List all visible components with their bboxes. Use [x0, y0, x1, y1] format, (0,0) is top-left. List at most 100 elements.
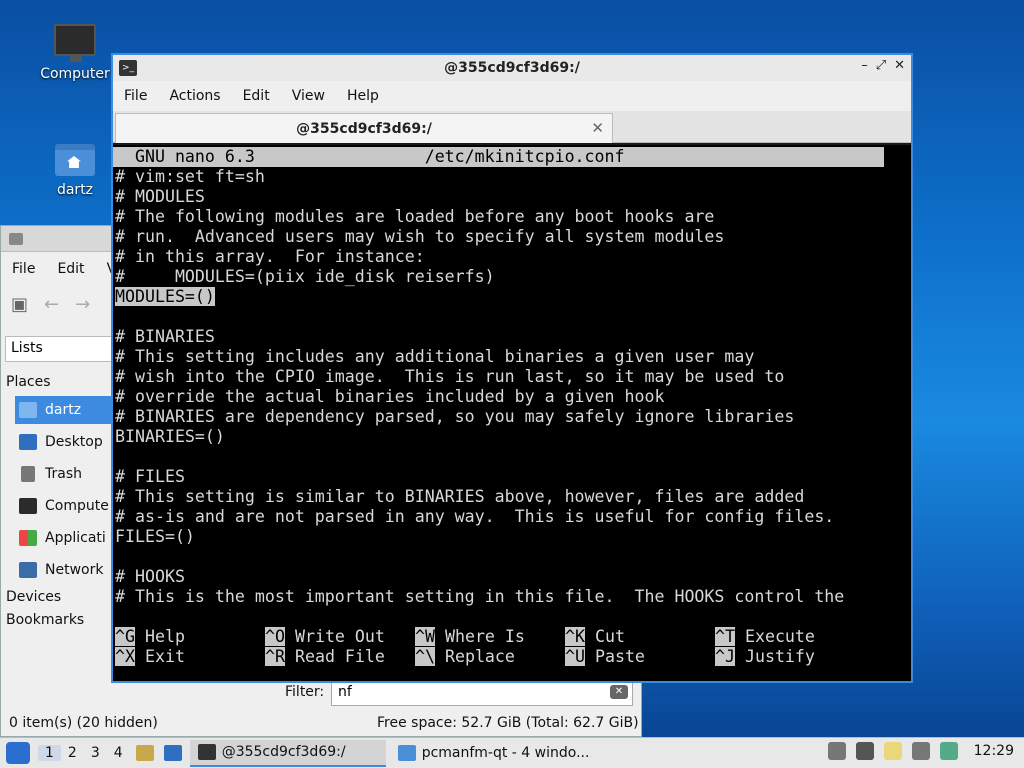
menu-help[interactable]: Help — [336, 88, 390, 104]
window-title: @355cd9cf3d69:/ — [444, 60, 580, 76]
nano-line: # in this array. For instance: — [115, 247, 425, 267]
nano-shortcut[interactable]: ^\ Replace — [415, 647, 515, 667]
sidebar-item-computer[interactable]: Compute — [15, 492, 113, 520]
nano-line: MODULES=() — [115, 287, 215, 307]
back-arrow-icon[interactable]: ← — [44, 294, 59, 315]
nano-line: # HOOKS — [115, 567, 185, 587]
nano-line-text: MODULES=() — [115, 287, 215, 306]
nano-line-text: FILES=() — [115, 527, 195, 546]
workspace-3[interactable]: 3 — [84, 745, 107, 761]
nano-line: # vim:set ft=sh — [115, 167, 265, 187]
nano-line-text: # This setting is similar to BINARIES ab… — [115, 487, 805, 506]
system-tray: 12:29 — [827, 742, 1024, 760]
side-pane-mode-select[interactable]: Lists — [5, 336, 113, 362]
sidebar-item-desktop[interactable]: Desktop — [15, 428, 113, 456]
menu-actions[interactable]: Actions — [158, 88, 231, 104]
nano-line: # BINARIES are dependency parsed, so you… — [115, 407, 794, 427]
nano-shortcut[interactable]: ^O Write Out — [265, 627, 385, 647]
nano-shortcut[interactable]: ^W Where Is — [415, 627, 525, 647]
clipboard-icon[interactable] — [883, 742, 902, 760]
sidebar-item-trash[interactable]: Trash — [15, 460, 113, 488]
desktop-icon-computer[interactable]: Computer — [35, 24, 115, 82]
close-icon[interactable]: ✕ — [894, 58, 905, 73]
filter-label: Filter: — [285, 684, 325, 700]
terminal-tabbar: @355cd9cf3d69:/ ✕ — [113, 111, 911, 143]
filter-value: nf — [338, 684, 352, 700]
desktop-icon-label: dartz — [56, 182, 94, 198]
menu-file[interactable]: File — [1, 256, 46, 282]
places-heading: Places — [6, 374, 51, 390]
show-desktop-icon[interactable] — [163, 745, 182, 761]
workspace-2[interactable]: 2 — [61, 745, 84, 761]
task-file-manager[interactable]: pcmanfm-qt - 4 windo... — [390, 740, 598, 767]
shortcut-key: ^W — [415, 627, 435, 646]
workspace-4[interactable]: 4 — [107, 745, 130, 761]
new-tab-icon[interactable]: ▣ — [11, 294, 28, 315]
nano-line-text: # vim:set ft=sh — [115, 167, 265, 186]
nano-line: # MODULES=(piix ide_disk reiserfs) — [115, 267, 495, 287]
forward-arrow-icon[interactable]: → — [75, 294, 90, 315]
terminal-titlebar[interactable]: >_ @355cd9cf3d69:/ – ⤢ ✕ — [113, 55, 911, 81]
sidebar-item-label: Compute — [45, 498, 109, 514]
shortcut-label: Where Is — [434, 627, 525, 646]
volume-icon[interactable] — [855, 742, 874, 760]
nano-line-text: # The following modules are loaded befor… — [115, 207, 715, 226]
nano-shortcut[interactable]: ^R Read File — [265, 647, 385, 667]
terminal-screen[interactable]: GNU nano 6.3 /etc/mkinitcpio.conf # vim:… — [113, 145, 911, 681]
tab-label: @355cd9cf3d69:/ — [296, 120, 432, 137]
nano-shortcut[interactable]: ^X Exit — [115, 647, 185, 667]
nano-line: # This setting is similar to BINARIES ab… — [115, 487, 804, 507]
devices-heading[interactable]: Devices — [6, 589, 61, 605]
nano-shortcut[interactable]: ^U Paste — [565, 647, 645, 667]
nano-shortcut[interactable]: ^T Execute — [715, 627, 815, 647]
sidebar-item-applications[interactable]: Applicati — [15, 524, 113, 552]
terminal-tab[interactable]: @355cd9cf3d69:/ ✕ — [115, 113, 613, 143]
maximize-icon[interactable]: ⤢ — [876, 58, 886, 73]
minimize-icon[interactable]: – — [861, 58, 868, 73]
menu-edit[interactable]: Edit — [46, 256, 95, 282]
terminal-menubar: File Actions Edit View Help — [113, 81, 911, 111]
menu-edit[interactable]: Edit — [232, 88, 281, 104]
nano-line: FILES=() — [115, 527, 195, 547]
shortcut-key: ^U — [565, 647, 585, 666]
terminal-icon — [197, 744, 216, 760]
taskbar: 1 2 3 4 @355cd9cf3d69:/ pcmanfm-qt - 4 w… — [0, 737, 1024, 768]
trash-icon — [21, 466, 35, 482]
status-item-count: 0 item(s) (20 hidden) — [9, 715, 158, 731]
bookmarks-heading[interactable]: Bookmarks — [6, 612, 84, 628]
nano-shortcut[interactable]: ^K Cut — [565, 627, 625, 647]
shortcut-key: ^G — [115, 627, 135, 646]
menu-file[interactable]: File — [113, 88, 158, 104]
nano-line-text: BINARIES=() — [115, 427, 225, 446]
shortcut-key: ^T — [715, 627, 735, 646]
nano-shortcut[interactable]: ^G Help — [115, 627, 185, 647]
nano-line-text: # BINARIES are dependency parsed, so you… — [115, 407, 795, 426]
sidebar-item-label: Desktop — [45, 434, 103, 450]
clock[interactable]: 12:29 — [974, 743, 1014, 759]
nano-shortcut[interactable]: ^J Justify — [715, 647, 815, 667]
shortcut-label: Help — [134, 627, 185, 646]
workspace-1[interactable]: 1 — [38, 745, 61, 761]
file-manager-launcher-icon[interactable] — [135, 745, 154, 761]
menu-view[interactable]: View — [281, 88, 336, 104]
nano-line-text: # HOOKS — [115, 567, 185, 586]
task-label: pcmanfm-qt - 4 windo... — [421, 745, 590, 761]
network-icon[interactable] — [939, 742, 958, 760]
eject-icon[interactable] — [827, 742, 846, 760]
clear-icon[interactable]: ✕ — [610, 685, 628, 699]
nano-line: # The following modules are loaded befor… — [115, 207, 714, 227]
desktop-icon-home[interactable]: dartz — [35, 144, 115, 198]
filter-input[interactable]: nf ✕ — [331, 680, 633, 706]
nano-line: BINARIES=() — [115, 427, 225, 447]
status-free-space: Free space: 52.7 GiB (Total: 62.7 GiB) — [377, 715, 639, 731]
task-terminal[interactable]: @355cd9cf3d69:/ — [189, 739, 386, 767]
start-menu-icon[interactable] — [6, 742, 30, 764]
nano-line: # This setting includes any additional b… — [115, 347, 754, 367]
display-icon[interactable] — [911, 742, 930, 760]
folder-icon — [397, 745, 416, 761]
sidebar-item-home[interactable]: dartz — [15, 396, 113, 424]
shortcut-key: ^\ — [415, 647, 435, 666]
close-tab-icon[interactable]: ✕ — [591, 119, 604, 137]
sidebar-item-network[interactable]: Network — [15, 556, 113, 584]
shortcut-label: Write Out — [284, 627, 385, 646]
